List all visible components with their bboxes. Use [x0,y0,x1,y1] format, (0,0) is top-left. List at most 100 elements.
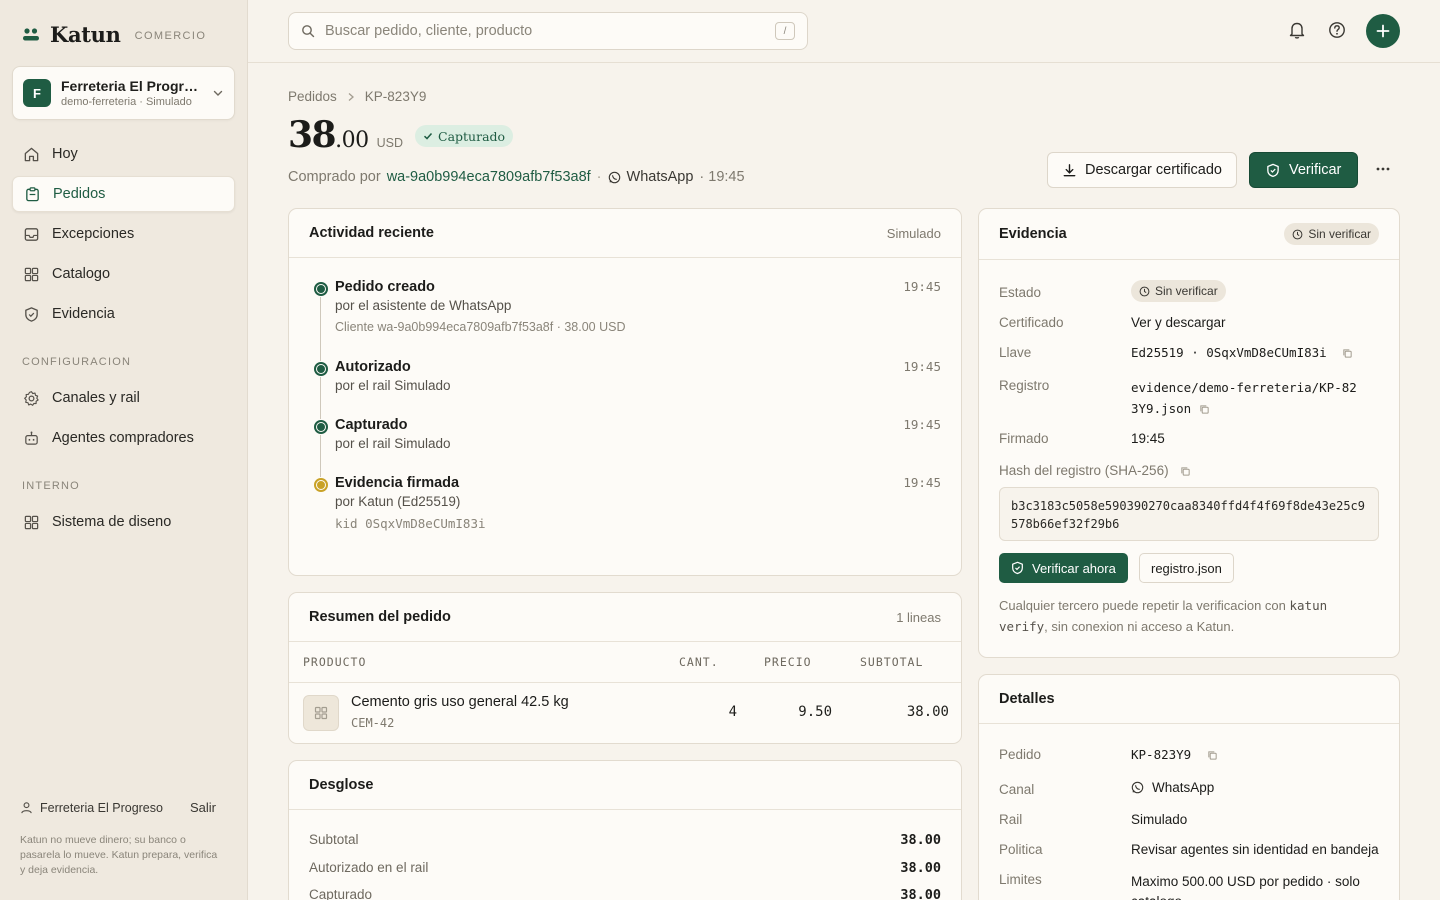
timeline-extra: kid 0SqxVmD8eCUmI83i [335,516,486,531]
column-header-qty: CANT. [679,655,719,669]
card-title: Actividad reciente [309,225,434,241]
detail-value-canal: WhatsApp [1131,780,1214,795]
store-avatar: F [23,79,51,107]
nav-item-evidencia[interactable]: Evidencia [12,296,235,332]
copy-icon[interactable] [1199,404,1210,415]
estado-text: Sin verificar [1155,284,1218,298]
detail-label: Canal [999,782,1035,797]
timeline-title: Evidencia firmada [335,475,460,491]
details-card: Detalles Pedido KP-823Y9 Canal WhatsApp … [978,674,1400,900]
detail-label: Pedido [999,747,1042,762]
order-summary-card: Resumen del pedido 1 lineas PRODUCTO CAN… [288,592,962,744]
purchase-channel: WhatsApp [626,169,694,185]
nav-item-agentes[interactable]: Agentes compradores [12,420,235,456]
brand[interactable]: Katun COMERCIO [22,22,206,47]
breakdown-value: 38.00 [900,860,941,876]
nav-item-pedidos[interactable]: Pedidos [12,176,235,212]
nav-item-catalogo[interactable]: Catalogo [12,256,235,292]
nav-item-label: Pedidos [53,186,106,202]
clipboard-icon [26,186,39,201]
activity-mode: Simulado [886,225,941,241]
timeline-time: 19:45 [903,417,941,432]
logout-link[interactable]: Salir [190,800,216,815]
more-icon[interactable] [1376,162,1390,176]
status-dot [314,420,328,434]
chevron-down-icon [213,90,223,96]
store-meta: demo-ferreteria · Simulado [61,96,192,108]
gear-icon [24,390,39,406]
timeline-sub: por Katun (Ed25519) [335,494,461,509]
breadcrumb: Pedidos KP-823Y9 [288,89,426,104]
detail-label: Rail [999,812,1023,827]
registro-label: Registro [999,378,1050,393]
hash-label-text: Hash del registro (SHA-256) [999,463,1169,478]
detail-value-politica: Revisar agentes sin identidad en bandeja [1131,842,1379,857]
search-shortcut: / [775,22,795,40]
registro-json-button[interactable]: registro.json [1139,553,1234,583]
breakdown-row: Autorizado en el rail 38.00 [309,860,941,876]
breadcrumb-parent[interactable]: Pedidos [288,89,337,104]
amount-currency: USD [376,136,404,150]
breakdown-value: 38.00 [900,832,941,848]
purchased-by: Comprado por wa-9a0b994eca7809afb7f53a8f… [288,169,745,185]
detail-value-rail: Simulado [1131,812,1188,827]
timeline-item: Capturado por el rail Simulado 19:45 [309,417,941,475]
nav-item-canales[interactable]: Canales y rail [12,380,235,416]
nav-item-label: Evidencia [52,306,115,322]
search-icon [302,25,315,38]
create-button[interactable] [1366,14,1400,48]
purchased-label: Comprado por [288,169,381,185]
pedido-text: KP-823Y9 [1131,747,1192,762]
bell-icon[interactable] [1288,20,1306,40]
download-certificate-button[interactable]: Descargar certificado [1047,152,1237,188]
hash-label: Hash del registro (SHA-256) [999,463,1191,478]
katun-logo-icon [23,27,39,40]
nav-item-excepciones[interactable]: Excepciones [12,216,235,252]
column-header-subtotal: SUBTOTAL [860,655,924,669]
nav-item-label: Sistema de diseno [52,514,172,530]
note-text-end: , sin conexion ni acceso a Katun. [1044,619,1235,634]
purchase-time: · 19:45 [699,169,745,185]
cert-download-link[interactable]: Ver y descargar [1131,315,1226,330]
card-title: Resumen del pedido [309,609,451,625]
shield-check-icon [25,306,38,322]
topbar: Buscar pedido, cliente, producto / [248,0,1440,63]
breakdown-card: Desglose Subtotal 38.00 Autorizado en el… [288,760,962,900]
line-count: 1 lineas [896,609,941,625]
evidence-status-badge: Sin verificar [1284,223,1379,245]
grid-icon [24,515,39,529]
copy-icon[interactable] [1207,750,1218,761]
verify-button[interactable]: Verificar [1249,152,1359,188]
table-row[interactable]: Cemento gris uso general 42.5 kg CEM-42 … [289,683,961,743]
verify-now-button[interactable]: Verificar ahora [999,553,1128,583]
copy-icon[interactable] [1342,348,1353,359]
grid-icon [24,267,39,281]
card-title: Detalles [999,691,1055,707]
brand-tag: COMERCIO [134,30,207,42]
timeline-sub: por el rail Simulado [335,378,451,393]
buyer-link[interactable]: wa-9a0b994eca7809afb7f53a8f [387,169,591,185]
detail-value-limites: Maximo 500.00 USD por pedido · solo cata… [1131,874,1360,900]
breakdown-label: Autorizado en el rail [309,860,429,875]
search-input[interactable]: Buscar pedido, cliente, producto / [288,12,808,50]
estado-value: Sin verificar [1131,280,1226,302]
hash-value: b3c3183c5058e590390270caa8340ffd4f4f69f8… [999,487,1379,541]
sidebar-footer: Ferreteria El Progreso Salir Katun no mu… [20,800,220,878]
card-title: Desglose [309,777,374,793]
footer-note: Katun no mueve dinero; su banco o pasare… [20,834,218,876]
nav-item-hoy[interactable]: Hoy [12,136,235,172]
copy-icon[interactable] [1180,466,1191,477]
nav-section-config: CONFIGURACION [22,356,132,368]
plus-icon [1376,24,1390,38]
help-icon[interactable] [1328,20,1346,40]
nav-item-sistema[interactable]: Sistema de diseno [12,504,235,540]
search-placeholder: Buscar pedido, cliente, producto [325,23,533,39]
amount-decimals: .00 [335,128,369,153]
amount-integer: 38 [288,114,337,156]
store-switcher[interactable]: F Ferreteria El Progreso demo-ferreteria… [12,66,235,120]
cert-label: Certificado [999,315,1064,330]
activity-card: Actividad reciente Simulado Pedido cread… [288,208,962,576]
registro-text: evidence/demo-ferreteria/KP-823Y9.json [1131,380,1357,416]
main-nav: Hoy Pedidos Excepciones Catalogo Evidenc… [12,136,235,336]
table-header: PRODUCTO CANT. PRECIO SUBTOTAL [289,642,961,683]
